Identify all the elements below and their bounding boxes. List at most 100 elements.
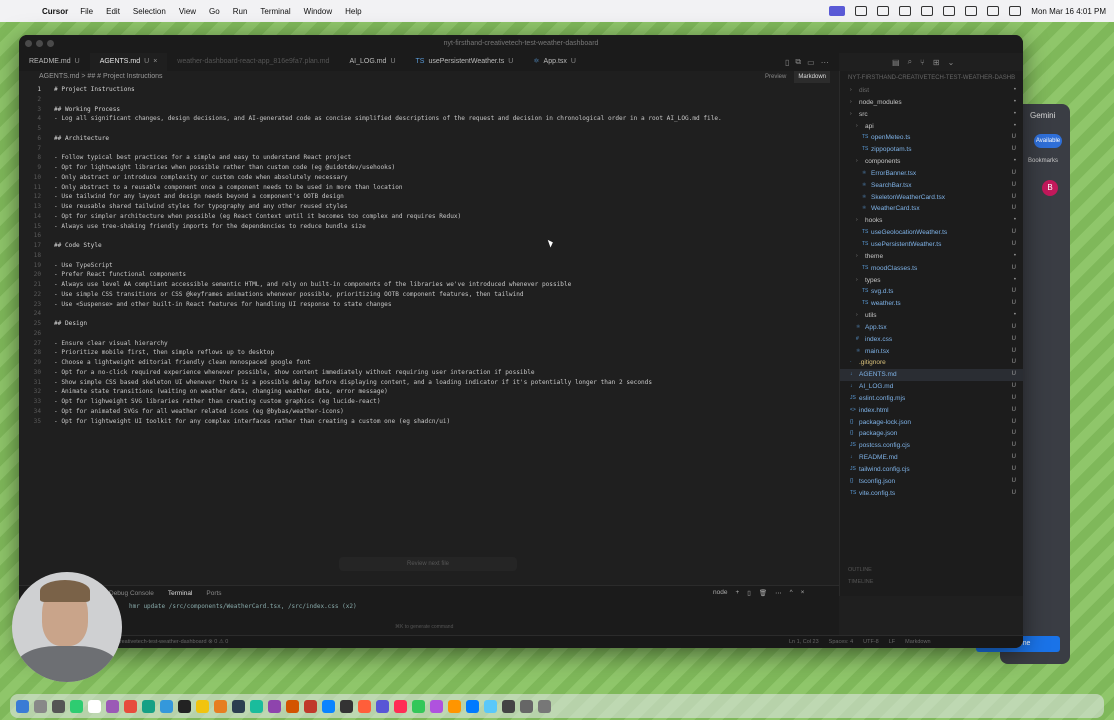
- code-line[interactable]: 12 - Use tailwind for any layout and desi…: [19, 192, 834, 202]
- menu-go[interactable]: Go: [209, 7, 220, 16]
- avatar[interactable]: B: [1042, 180, 1058, 196]
- menu-edit[interactable]: Edit: [106, 7, 120, 16]
- dock-app-icon[interactable]: [376, 699, 389, 713]
- dock-app-icon[interactable]: [88, 699, 101, 713]
- review-next-file-button[interactable]: Review next file: [339, 557, 517, 571]
- close-icon[interactable]: ×: [153, 53, 157, 71]
- dock-app-icon[interactable]: [394, 699, 407, 713]
- explorer-root[interactable]: NYT-FIRSTHAND-CREATIVETECH-TEST-WEATHER-…: [840, 71, 1023, 85]
- code-line[interactable]: 8 - Follow typical best practices for a s…: [19, 153, 834, 163]
- dock-app-icon[interactable]: [34, 699, 47, 713]
- folder-item[interactable]: › api •: [840, 121, 1023, 133]
- code-line[interactable]: 2: [19, 95, 834, 105]
- terminal-output[interactable]: hmr update /src/components/WeatherCard.t…: [129, 603, 357, 610]
- terminal-shell-label[interactable]: node: [713, 589, 727, 597]
- menu-selection[interactable]: Selection: [133, 7, 166, 16]
- code-line[interactable]: 21 - Always use level AA compliant access…: [19, 280, 834, 290]
- folder-item[interactable]: › theme •: [840, 251, 1023, 263]
- menu-view[interactable]: View: [179, 7, 196, 16]
- code-line[interactable]: 20 - Prefer React functional components: [19, 270, 834, 280]
- add-terminal-icon[interactable]: +: [735, 589, 739, 597]
- status-position[interactable]: Ln 1, Col 23: [789, 636, 819, 648]
- status-encoding[interactable]: UTF-8: [863, 636, 879, 648]
- more-icon[interactable]: ⋯: [775, 589, 782, 597]
- status-left[interactable]: creativetech-test-weather-dashboard ⊗ 0 …: [117, 636, 228, 648]
- timeline-section[interactable]: TIMELINE: [848, 576, 873, 588]
- dock-app-icon[interactable]: [232, 699, 245, 713]
- code-line[interactable]: 13 - Use reusable shared tailwind styles …: [19, 202, 834, 212]
- maximize-icon[interactable]: ^: [790, 589, 793, 597]
- file-item[interactable]: JS eslint.config.mjs U: [840, 393, 1023, 405]
- diff-icon[interactable]: ⧉: [795, 57, 801, 67]
- split-terminal-icon[interactable]: ▯: [747, 589, 751, 597]
- gemini-panel-title[interactable]: Gemini: [1030, 111, 1055, 120]
- dock-app-icon[interactable]: [16, 699, 29, 713]
- breadcrumb[interactable]: AGENTS.md > ## # Project Instructions: [19, 71, 859, 83]
- tab-ports[interactable]: Ports: [206, 590, 221, 597]
- code-line[interactable]: 32 - Animate state transitions (waiting o…: [19, 387, 834, 397]
- dock-app-icon[interactable]: [52, 699, 65, 713]
- control-center-icon[interactable]: [1009, 6, 1022, 16]
- folder-item[interactable]: › dist •: [840, 85, 1023, 97]
- battery-icon[interactable]: [943, 6, 956, 16]
- dock-app-icon[interactable]: [466, 699, 479, 713]
- app-menu[interactable]: Cursor: [42, 7, 68, 16]
- preview-toggle[interactable]: Preview: [765, 71, 786, 83]
- file-item[interactable]: ↓ AGENTS.md U: [840, 369, 1023, 382]
- dock-app-icon[interactable]: [70, 699, 83, 713]
- status-icon[interactable]: [855, 6, 868, 16]
- dock-app-icon[interactable]: [412, 699, 425, 713]
- folder-item[interactable]: › utils •: [840, 310, 1023, 322]
- dock-app-icon[interactable]: [430, 699, 443, 713]
- code-line[interactable]: 26: [19, 329, 834, 339]
- tab-0[interactable]: README.md U: [19, 53, 90, 71]
- folder-item[interactable]: › components •: [840, 156, 1023, 168]
- close-icon[interactable]: ×: [801, 589, 805, 597]
- code-line[interactable]: 22 - Use simple CSS transitions or CSS @k…: [19, 290, 834, 300]
- tab-debug-console[interactable]: Debug Console: [109, 590, 154, 597]
- code-line[interactable]: 19 - Use TypeScript: [19, 261, 834, 271]
- menu-file[interactable]: File: [80, 7, 93, 16]
- dock-app-icon[interactable]: [340, 699, 353, 713]
- status-spaces[interactable]: Spaces: 4: [829, 636, 853, 648]
- code-line[interactable]: 3 ## Working Process: [19, 105, 834, 115]
- file-item[interactable]: {} package.json U: [840, 428, 1023, 440]
- code-line[interactable]: 14 - Opt for simpler architecture when po…: [19, 212, 834, 222]
- dock-app-icon[interactable]: [106, 699, 119, 713]
- tab-3[interactable]: AI_LOG.md U: [339, 53, 405, 71]
- code-line[interactable]: 34 - Opt for animated SVGs for all weathe…: [19, 407, 834, 417]
- dock-app-icon[interactable]: [160, 699, 173, 713]
- code-line[interactable]: 5: [19, 124, 834, 134]
- status-eol[interactable]: LF: [889, 636, 895, 648]
- folder-item[interactable]: › types •: [840, 275, 1023, 287]
- menu-help[interactable]: Help: [345, 7, 361, 16]
- file-item[interactable]: JS postcss.config.cjs U: [840, 440, 1023, 452]
- traffic-lights[interactable]: [25, 40, 54, 47]
- code-line[interactable]: 6 ## Architecture: [19, 134, 834, 144]
- tab-terminal[interactable]: Terminal: [168, 590, 193, 597]
- outline-section[interactable]: OUTLINE: [848, 564, 873, 576]
- dock-app-icon[interactable]: [124, 699, 137, 713]
- code-line[interactable]: 33 - Opt for lighweight SVG libraries rat…: [19, 397, 834, 407]
- moon-icon[interactable]: [921, 6, 934, 16]
- dock-app-icon[interactable]: [322, 699, 335, 713]
- file-item[interactable]: TS zippopotam.ts U: [840, 144, 1023, 156]
- code-line[interactable]: 28 - Prioritize mobile first, then simple…: [19, 348, 834, 358]
- dock-app-icon[interactable]: [286, 699, 299, 713]
- code-line[interactable]: 11 - Only abstract to a reusable componen…: [19, 183, 834, 193]
- chevron-down-icon[interactable]: ⌄: [948, 58, 955, 67]
- code-line[interactable]: 23 - Use <Suspense> and other built-in Re…: [19, 300, 834, 310]
- dock-app-icon[interactable]: [250, 699, 263, 713]
- file-item[interactable]: ⚛ SkeletonWeatherCard.tsx U: [840, 192, 1023, 204]
- search-icon[interactable]: [987, 6, 1000, 16]
- file-item[interactable]: {} package-lock.json U: [840, 417, 1023, 429]
- file-item[interactable]: TS moodClasses.ts U: [840, 263, 1023, 275]
- tab-2[interactable]: weather-dashboard-react-app_816e9fa7.pla…: [167, 53, 339, 71]
- more-icon[interactable]: ⋯: [821, 58, 829, 67]
- file-item[interactable]: TS weather.ts U: [840, 298, 1023, 310]
- file-item[interactable]: ⚛ main.tsx U: [840, 346, 1023, 358]
- code-line[interactable]: 31 - Show simple CSS based skeleton UI wh…: [19, 378, 834, 388]
- file-item[interactable]: · .gitignore U: [840, 357, 1023, 369]
- menu-run[interactable]: Run: [233, 7, 248, 16]
- file-item[interactable]: ↓ README.md U: [840, 452, 1023, 464]
